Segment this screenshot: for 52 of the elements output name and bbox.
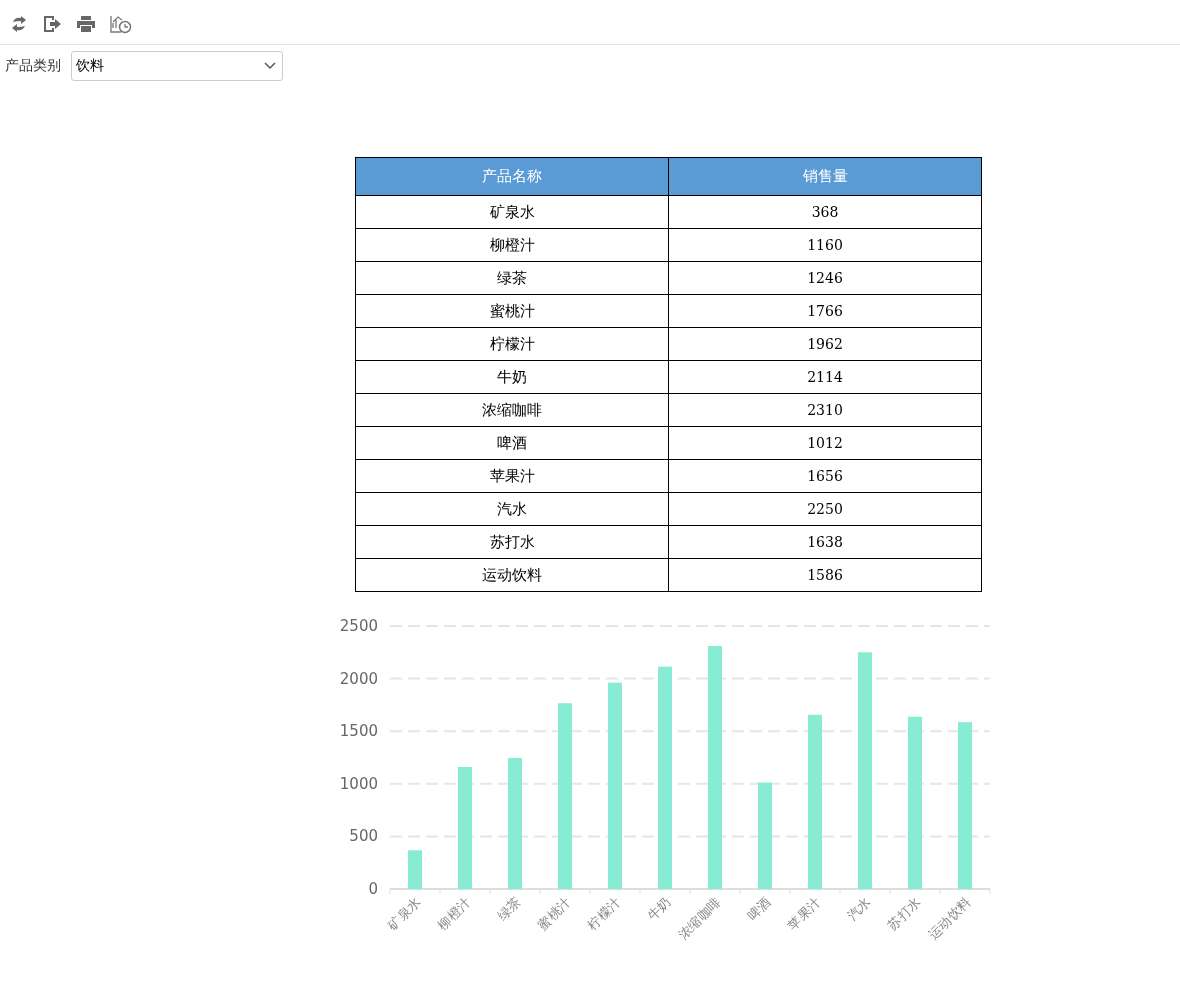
chart-clock-icon[interactable] — [110, 14, 132, 34]
category-label: 牛奶 — [644, 894, 674, 924]
category-label: 汽水 — [844, 894, 874, 924]
table-cell: 苏打水 — [355, 525, 669, 559]
axis-tick-label: 2500 — [339, 617, 378, 635]
refresh-icon[interactable] — [10, 15, 28, 33]
table-cell: 啤酒 — [355, 426, 669, 460]
table-cell: 1656 — [668, 459, 982, 493]
table-cell: 2250 — [668, 492, 982, 526]
category-label: 苏打水 — [884, 894, 924, 933]
category-label: 蜜桃汁 — [534, 894, 574, 933]
category-label: 柠檬汁 — [584, 894, 624, 933]
axis-tick-label: 1000 — [339, 774, 378, 793]
category-label: 矿泉水 — [384, 894, 424, 933]
axis-tick-label: 0 — [368, 880, 378, 898]
column-header: 销售量 — [668, 157, 982, 196]
category-dropdown[interactable]: 饮料 — [71, 51, 283, 81]
category-label: 绿茶 — [494, 894, 524, 924]
table-cell: 浓缩咖啡 — [355, 393, 669, 427]
table-cell: 柠檬汁 — [355, 327, 669, 361]
category-label: 啤酒 — [744, 894, 774, 924]
axis-tick-label: 500 — [349, 827, 378, 846]
export-icon[interactable] — [42, 15, 62, 33]
table-cell: 1012 — [668, 426, 982, 460]
table-cell: 368 — [668, 195, 982, 229]
column-header: 产品名称 — [355, 157, 669, 196]
axis-tick-label: 1500 — [339, 722, 378, 741]
chevron-down-icon — [264, 62, 276, 70]
table-cell: 1766 — [668, 294, 982, 328]
table-cell: 1246 — [668, 261, 982, 295]
category-label: 苹果汁 — [784, 894, 824, 933]
print-icon[interactable] — [76, 15, 96, 33]
table-cell: 1160 — [668, 228, 982, 262]
axis-tick-label: 2000 — [339, 669, 378, 688]
table-cell: 2114 — [668, 360, 982, 394]
category-label: 柳橙汁 — [434, 894, 474, 933]
table-cell: 2310 — [668, 393, 982, 427]
bar — [408, 850, 422, 889]
table-cell: 绿茶 — [355, 261, 669, 295]
table-cell: 1638 — [668, 525, 982, 559]
table-cell: 蜜桃汁 — [355, 294, 669, 328]
table-cell: 牛奶 — [355, 360, 669, 394]
table-cell: 苹果汁 — [355, 459, 669, 493]
table-cell: 柳橙汁 — [355, 228, 669, 262]
filter-label: 产品类别 — [5, 57, 61, 75]
category-label: 运动饮料 — [925, 894, 974, 942]
table-cell: 汽水 — [355, 492, 669, 526]
table-cell: 1962 — [668, 327, 982, 361]
table-cell: 矿泉水 — [355, 195, 669, 229]
table-cell: 1586 — [668, 558, 982, 592]
table-cell: 运动饮料 — [355, 558, 669, 592]
category-label: 浓缩咖啡 — [675, 894, 724, 942]
